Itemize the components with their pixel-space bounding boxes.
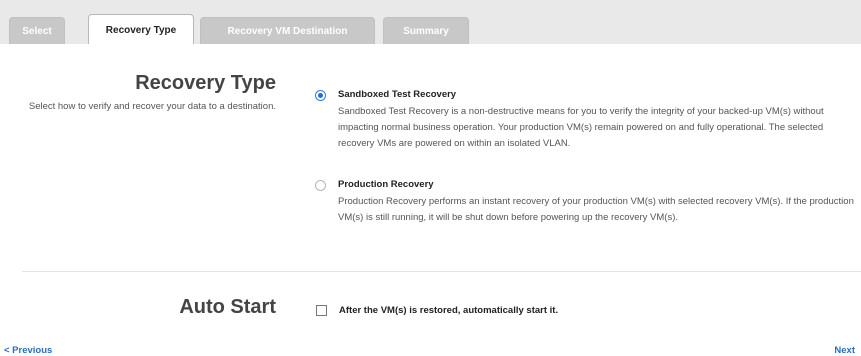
section-divider [22,271,861,272]
wizard-tab-bar: Select Recovery Type Recovery VM Destina… [0,0,861,45]
previous-link[interactable]: < Previous [4,345,52,356]
production-option-label: Production Recovery [338,179,434,190]
wizard-panel: Recovery Type Select how to verify and r… [0,44,861,356]
recovery-type-title: Recovery Type [135,72,276,94]
tab-summary[interactable]: Summary [383,17,469,44]
tab-select[interactable]: Select [9,17,65,44]
sandboxed-option-description: Sandboxed Test Recovery is a non-destruc… [338,106,824,149]
recovery-type-description: Select how to verify and recover your da… [28,101,276,112]
option-production-recovery[interactable]: Production Recovery Production Recovery … [315,179,860,254]
option-sandboxed-test-recovery[interactable]: Sandboxed Test Recovery Sandboxed Test R… [315,89,860,179]
auto-start-checkbox-label[interactable]: After the VM(s) is restored, automatical… [339,305,558,316]
auto-start-title: Auto Start [179,296,276,318]
next-link[interactable]: Next [834,345,855,356]
auto-start-checkbox[interactable] [316,305,327,316]
tab-recovery-type[interactable]: Recovery Type [88,14,194,45]
sandboxed-option-label: Sandboxed Test Recovery [338,89,457,100]
sandboxed-radio-button[interactable] [315,90,326,101]
tab-recovery-vm-destination[interactable]: Recovery VM Destination [200,17,375,44]
production-radio-button[interactable] [315,180,326,191]
production-option-description: Production Recovery performs an instant … [338,196,854,223]
